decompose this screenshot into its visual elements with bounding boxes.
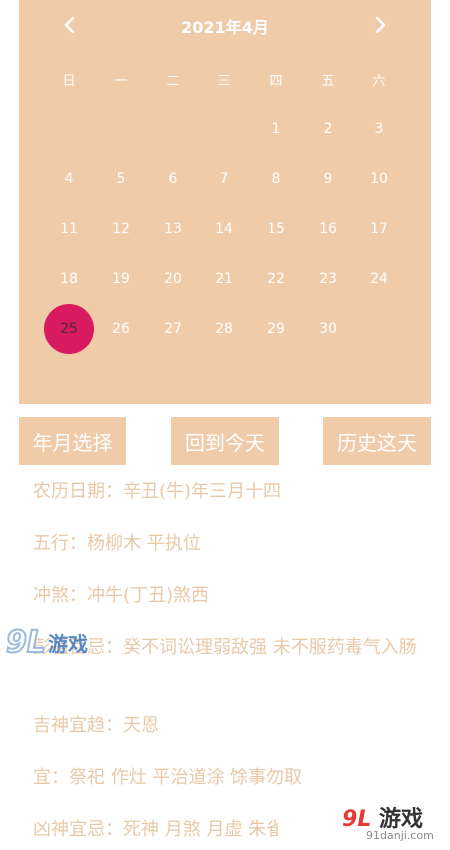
back-to-today-button[interactable]: 回到今天	[171, 417, 279, 465]
almanac-info-label: 宜：	[33, 767, 69, 788]
almanac-info-label: 吉神宜趋：	[33, 715, 123, 736]
calendar-day[interactable]: 24	[354, 254, 404, 304]
year-month-select-button[interactable]: 年月选择	[19, 417, 126, 465]
almanac-info-label: 冲煞：	[33, 585, 87, 606]
almanac-info-label: 农历日期：	[33, 481, 123, 502]
calendar-day[interactable]: 18	[44, 254, 94, 304]
calendar-day[interactable]: 1	[251, 104, 301, 154]
calendar-day[interactable]: 21	[199, 254, 249, 304]
calendar-day[interactable]: 11	[44, 204, 94, 254]
calendar-day[interactable]: 16	[303, 204, 353, 254]
calendar-day[interactable]: 9	[303, 154, 353, 204]
calendar-day[interactable]: 20	[148, 254, 198, 304]
calendar-day[interactable]: 17	[354, 204, 404, 254]
calendar-day-selected[interactable]: 25	[44, 304, 94, 354]
almanac-info-value: 死神 月煞 月虚 朱雀	[123, 819, 285, 840]
calendar-day[interactable]: 30	[303, 304, 353, 354]
almanac-info-row: 冲煞：冲牛(丁丑)煞西	[12, 582, 440, 610]
calendar-day[interactable]: 13	[148, 204, 198, 254]
watermark-url: 91danji.com	[366, 829, 434, 842]
almanac-info-value: 祭祀 作灶 平治道涂 馀事勿取	[69, 767, 303, 788]
calendar-day[interactable]: 26	[96, 304, 146, 354]
calendar-day[interactable]: 22	[251, 254, 301, 304]
day-grid: 1 2 3 4 5 6 7 8 9 10 11 12 13 14 15 16 17 18 19 20 21 22 23 24 2…	[19, 0, 431, 404]
watermark-logo-text: 游戏	[48, 631, 88, 656]
calendar-day[interactable]: 7	[199, 154, 249, 204]
calendar-day[interactable]: 23	[303, 254, 353, 304]
calendar-day[interactable]: 6	[148, 154, 198, 204]
almanac-info-row: 吉神宜趋：天恩	[12, 712, 440, 740]
calendar-day[interactable]: 2	[303, 104, 353, 154]
calendar-day[interactable]: 3	[354, 104, 404, 154]
almanac-info-value: 癸不词讼理弱敌强 未不服药毒气入肠	[123, 637, 417, 658]
watermark-logo-bottom: 9L 游戏 91danji.com	[278, 795, 450, 850]
calendar-day[interactable]: 5	[96, 154, 146, 204]
watermark-logo-number: 9	[5, 624, 28, 661]
almanac-info-label: 凶神宜忌：	[33, 819, 123, 840]
calendar-day[interactable]: 27	[148, 304, 198, 354]
calendar: 2021年4月 日一二三四五六 1 2 3 4 5 6 7 8 9 10 11 12 13 14 15 16 1…	[19, 0, 431, 404]
calendar-day[interactable]: 8	[251, 154, 301, 204]
calendar-day[interactable]: 29	[251, 304, 301, 354]
calendar-day[interactable]: 14	[199, 204, 249, 254]
history-this-day-button[interactable]: 历史这天	[323, 417, 431, 465]
almanac-info-row: 农历日期：辛丑(牛)年三月十四	[12, 478, 440, 506]
almanac-info-value: 天恩	[123, 715, 159, 736]
almanac-info-value: 辛丑(牛)年三月十四	[123, 481, 282, 502]
almanac-info-row: 五行：杨柳木 平执位	[12, 530, 440, 558]
calendar-day[interactable]: 28	[199, 304, 249, 354]
calendar-day[interactable]: 4	[44, 154, 94, 204]
almanac-info-row: 宜：祭祀 作灶 平治道涂 馀事勿取	[12, 764, 440, 792]
almanac-info-label: 五行：	[33, 533, 87, 554]
watermark-logo-top: 9L 游戏	[5, 624, 88, 661]
calendar-day[interactable]: 15	[251, 204, 301, 254]
calendar-day[interactable]: 19	[96, 254, 146, 304]
calendar-day[interactable]: 12	[96, 204, 146, 254]
calendar-day[interactable]: 10	[354, 154, 404, 204]
almanac-info-value: 杨柳木 平执位	[87, 533, 201, 554]
almanac-info-value: 冲牛(丁丑)煞西	[87, 585, 210, 606]
